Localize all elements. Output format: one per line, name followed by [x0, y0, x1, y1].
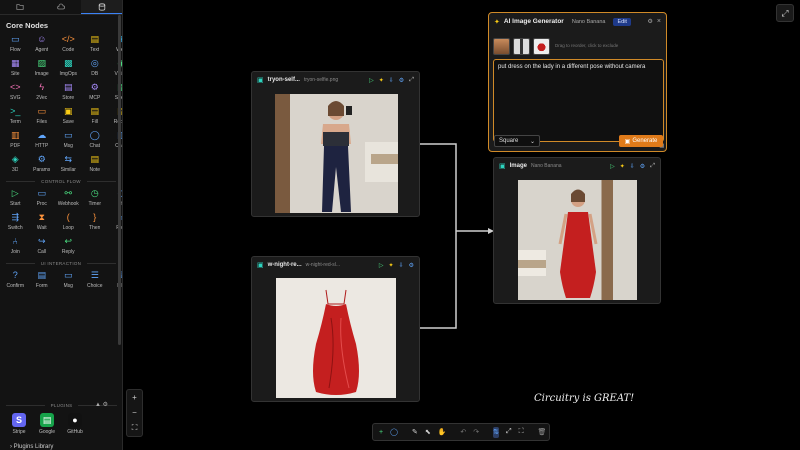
node-title: Image	[509, 163, 527, 169]
select-icon[interactable]: ⬉	[425, 427, 431, 438]
expand-icon[interactable]: ⤢	[650, 163, 655, 170]
magic-icon[interactable]: ✦	[389, 262, 394, 269]
thumbnail[interactable]	[533, 38, 550, 55]
node-actions: ▷ ✦ ⇩ ⚙ ⤢	[369, 77, 414, 84]
tryon-selfie-image	[275, 94, 398, 213]
thumbnail-hint: Drag to reorder, click to exclude	[555, 43, 619, 48]
thumbnail[interactable]	[493, 38, 510, 55]
node-title: w-night-re...	[267, 262, 302, 268]
aspect-ratio-select[interactable]: Square ⌄	[494, 135, 540, 147]
node-actions: ▷ ✦ ⇩ ⚙ ⤢	[610, 163, 655, 170]
add-icon[interactable]: +	[379, 427, 383, 438]
fit-icon[interactable]: ⤢	[506, 427, 512, 438]
fullscreen-button[interactable]: ⤢	[776, 4, 794, 22]
settings-icon[interactable]: ⚙	[640, 163, 645, 170]
zoom-controls: + − ⛶	[126, 389, 143, 437]
settings-icon[interactable]: ⚙	[648, 18, 653, 25]
fit-view-icon[interactable]: ⛶	[132, 423, 138, 433]
red-dress-image	[276, 278, 396, 398]
close-icon[interactable]: ×	[657, 18, 661, 25]
node-header: ▣ Image Nano Banana ▷ ✦ ⇩ ⚙ ⤢	[494, 158, 660, 174]
output-image-node[interactable]: ▣ Image Nano Banana ▷ ✦ ⇩ ⚙ ⤢	[493, 157, 661, 304]
pen-icon[interactable]: ✎	[412, 427, 418, 438]
download-icon[interactable]: ⇩	[630, 163, 635, 170]
run-icon[interactable]: ▷	[369, 77, 374, 84]
image-icon: ▣	[257, 262, 264, 269]
image-icon: ▣	[624, 138, 631, 145]
canvas-toolbar: + ◯ ✎ ⬉ ✋ ↶ ↷ ⇅ ⤢ ⛶ 🗑	[372, 423, 550, 441]
zoom-in-icon[interactable]: +	[132, 393, 137, 402]
node-actions: ▷ ✦ ⇩ ⚙	[379, 262, 414, 269]
trash-icon[interactable]: 🗑	[538, 427, 547, 438]
expand-icon[interactable]: ⛶	[519, 427, 524, 438]
model-pill[interactable]: Nano Banana	[568, 18, 610, 26]
magic-icon[interactable]: ✦	[379, 77, 384, 84]
layout-icon[interactable]: ⇅	[493, 426, 500, 438]
run-icon[interactable]: ▷	[610, 163, 615, 170]
edit-mode-pill[interactable]: Edit	[613, 17, 631, 26]
chevron-down-icon: ⌄	[529, 138, 535, 145]
download-icon[interactable]: ⇩	[389, 77, 394, 84]
image-node-tryon[interactable]: ▣ tryon-self... tryon-selfie.png ▷ ✦ ⇩ ⚙…	[251, 71, 420, 217]
ai-node-header: ✦ AI Image Generator Nano Banana Edit ⚙ …	[489, 13, 666, 30]
caption-text: Circuitry is GREAT!	[534, 393, 635, 404]
run-icon[interactable]: ▷	[379, 262, 384, 269]
ai-image-generator-node[interactable]: ✦ AI Image Generator Nano Banana Edit ⚙ …	[488, 12, 667, 152]
node-title: tryon-self...	[267, 77, 300, 83]
expand-icon: ⤢	[781, 7, 789, 18]
magic-icon[interactable]: ✦	[620, 163, 625, 170]
expand-icon[interactable]: ⤢	[409, 77, 414, 84]
zoom-out-icon[interactable]: −	[132, 408, 137, 417]
download-icon[interactable]: ⇩	[399, 262, 404, 269]
image-node-dress[interactable]: ▣ w-night-re... w-night-red-sl... ▷ ✦ ⇩ …	[251, 256, 420, 402]
settings-icon[interactable]: ⚙	[409, 262, 414, 269]
node-filename: tryon-selfie.png	[303, 77, 339, 83]
image-icon: ▣	[257, 77, 264, 84]
redo-icon[interactable]: ↷	[473, 427, 479, 438]
image-icon: ▣	[499, 163, 506, 170]
reference-thumbnails	[493, 38, 550, 55]
undo-icon[interactable]: ↶	[460, 427, 466, 438]
thumbnail[interactable]	[513, 38, 530, 55]
prompt-textarea[interactable]: put dress on the lady in a different pos…	[493, 59, 664, 142]
generated-image	[518, 180, 637, 300]
settings-icon[interactable]: ⚙	[399, 77, 404, 84]
sparkle-icon: ✦	[494, 18, 500, 26]
chat-icon[interactable]: ◯	[390, 427, 398, 438]
hand-icon[interactable]: ✋	[438, 427, 447, 438]
node-model: Nano Banana	[530, 163, 562, 169]
ai-node-title: AI Image Generator	[503, 18, 564, 25]
node-header: ▣ tryon-self... tryon-selfie.png ▷ ✦ ⇩ ⚙…	[252, 72, 419, 88]
generate-button[interactable]: ▣ Generate	[619, 135, 663, 147]
node-filename: w-night-red-sl...	[305, 262, 341, 268]
node-header: ▣ w-night-re... w-night-red-sl... ▷ ✦ ⇩ …	[252, 257, 419, 273]
